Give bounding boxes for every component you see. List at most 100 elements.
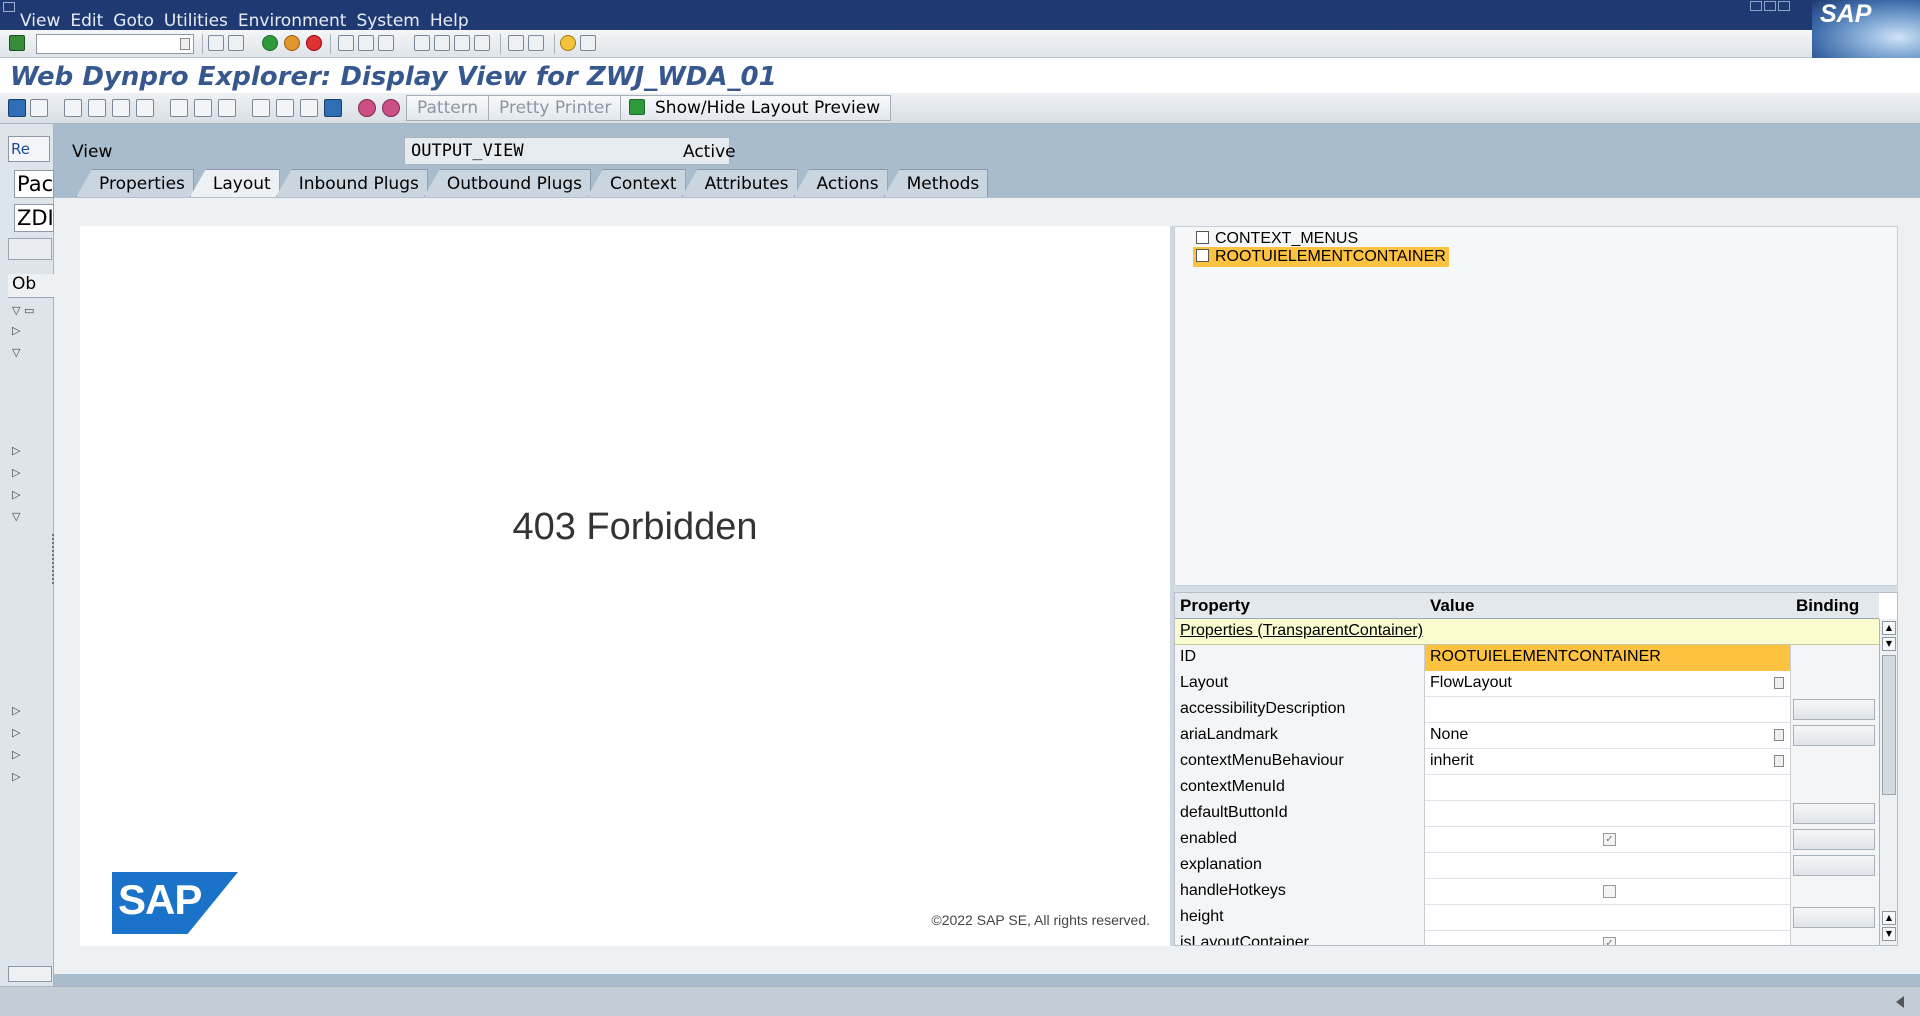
- menu-environment[interactable]: Environment: [238, 11, 357, 31]
- tab-properties[interactable]: Properties: [76, 169, 194, 197]
- property-value-dropdown[interactable]: None: [1425, 723, 1791, 749]
- test-icon[interactable]: [194, 99, 212, 117]
- tree-expander-icon[interactable]: ▷: [12, 704, 20, 717]
- previous-page-icon[interactable]: [434, 35, 450, 51]
- maximize-icon[interactable]: [1764, 1, 1776, 11]
- command-history-icon[interactable]: [180, 38, 190, 50]
- object-type-field[interactable]: Pac: [14, 170, 54, 198]
- repository-browser-button[interactable]: Re: [8, 136, 50, 162]
- command-field[interactable]: [36, 34, 194, 54]
- object-list-icon[interactable]: [218, 99, 236, 117]
- help-icon[interactable]: [560, 35, 576, 51]
- display-object-list-icon[interactable]: [276, 99, 294, 117]
- binding-button[interactable]: [1793, 725, 1875, 746]
- back-arrow-icon[interactable]: [208, 35, 224, 51]
- tree-expander-icon[interactable]: ▷: [12, 488, 20, 501]
- menu-utilities[interactable]: Utilities: [164, 11, 238, 31]
- object-name-field[interactable]: ZDI: [14, 204, 54, 232]
- property-value-dropdown[interactable]: FlowLayout: [1425, 671, 1791, 697]
- tab-actions[interactable]: Actions: [793, 169, 888, 197]
- find-next-icon[interactable]: [378, 35, 394, 51]
- save-icon[interactable]: [228, 35, 244, 51]
- properties-vertical-scrollbar[interactable]: ▲ ▼ ▲ ▼: [1879, 619, 1897, 945]
- property-value[interactable]: [1425, 801, 1791, 827]
- activate-icon[interactable]: [136, 99, 154, 117]
- status-toggle-icon[interactable]: [1896, 996, 1904, 1008]
- tree-expander-icon[interactable]: ▷: [12, 748, 20, 761]
- tree-expander-icon[interactable]: ▷: [12, 324, 20, 337]
- tab-outbound-plugs[interactable]: Outbound Plugs: [423, 169, 591, 197]
- fullscreen-icon[interactable]: [300, 99, 318, 117]
- column-header-property[interactable]: Property: [1180, 596, 1250, 616]
- tree-expander-icon[interactable]: ▷: [12, 770, 20, 783]
- forward-nav-icon[interactable]: [30, 99, 48, 117]
- shortcut-icon[interactable]: [528, 35, 544, 51]
- dropdown-arrow-icon[interactable]: [1774, 677, 1784, 689]
- tab-context[interactable]: Context: [587, 169, 686, 197]
- tab-layout[interactable]: Layout: [189, 169, 280, 197]
- wizard-disabled-icon[interactable]: [382, 99, 400, 117]
- other-object-icon[interactable]: [88, 99, 106, 117]
- is-layout-container-checkbox[interactable]: ✓: [1603, 937, 1616, 945]
- enter-check-icon[interactable]: [9, 35, 25, 51]
- web-dynpro-code-wizard-icon[interactable]: [358, 99, 376, 117]
- next-page-icon[interactable]: [454, 35, 470, 51]
- binding-button[interactable]: [1793, 855, 1875, 876]
- dropdown-arrow-icon[interactable]: [1774, 755, 1784, 767]
- menu-system[interactable]: System: [356, 11, 429, 31]
- tab-methods[interactable]: Methods: [883, 169, 989, 197]
- tree-node-rootuielementcontainer[interactable]: ROOTUIELEMENTCONTAINER: [1193, 247, 1449, 267]
- tree-expander-icon[interactable]: ▷: [12, 444, 20, 457]
- system-menu-icon[interactable]: [3, 2, 15, 12]
- scroll-up-icon[interactable]: ▲: [1882, 621, 1896, 635]
- menu-help[interactable]: Help: [430, 11, 479, 31]
- print-icon[interactable]: [338, 35, 354, 51]
- property-value[interactable]: [1425, 775, 1791, 801]
- column-header-binding[interactable]: Binding: [1796, 596, 1859, 616]
- scroll-down-icon[interactable]: ▼: [1882, 927, 1896, 941]
- scroll-page-down-icon[interactable]: ▲: [1882, 911, 1896, 925]
- property-value[interactable]: [1425, 697, 1791, 723]
- display-change-icon[interactable]: [64, 99, 82, 117]
- navigator-hscroll[interactable]: [8, 966, 52, 982]
- menu-goto[interactable]: Goto: [113, 11, 164, 31]
- menu-edit[interactable]: Edit: [70, 11, 113, 31]
- info-icon[interactable]: [324, 99, 342, 117]
- handle-hotkeys-checkbox[interactable]: [1603, 885, 1616, 898]
- property-value[interactable]: [1425, 905, 1791, 931]
- tree-expander-icon[interactable]: ▷: [12, 466, 20, 479]
- minimize-icon[interactable]: [1750, 1, 1762, 11]
- hierarchy-icon[interactable]: [252, 99, 270, 117]
- tree-node-context-menus[interactable]: CONTEXT_MENUS: [1193, 229, 1361, 249]
- binding-button[interactable]: [1793, 829, 1875, 850]
- properties-group-link[interactable]: Properties (TransparentContainer): [1175, 619, 1879, 645]
- back-nav-icon[interactable]: [8, 99, 26, 117]
- check-icon[interactable]: [112, 99, 130, 117]
- scroll-thumb[interactable]: [1882, 655, 1896, 795]
- enabled-checkbox[interactable]: ✓: [1603, 833, 1616, 846]
- cancel-icon[interactable]: [306, 35, 322, 51]
- view-name-field[interactable]: OUTPUT_VIEW: [404, 137, 730, 165]
- tree-expander-icon[interactable]: ▽: [12, 346, 20, 359]
- scroll-page-up-icon[interactable]: ▼: [1882, 637, 1896, 651]
- binding-button[interactable]: [1793, 907, 1875, 928]
- tree-expander-icon[interactable]: ▽: [12, 510, 20, 523]
- find-icon[interactable]: [358, 35, 374, 51]
- customize-layout-icon[interactable]: [580, 35, 596, 51]
- back-icon[interactable]: [262, 35, 278, 51]
- tree-expander-icon[interactable]: ▽ ▭: [12, 304, 34, 317]
- close-window-icon[interactable]: [1778, 1, 1790, 11]
- new-session-icon[interactable]: [508, 35, 524, 51]
- navigator-arrows[interactable]: [8, 238, 52, 260]
- show-hide-layout-preview-button[interactable]: Show/Hide Layout Preview: [620, 95, 892, 121]
- property-value[interactable]: [1425, 853, 1791, 879]
- last-page-icon[interactable]: [474, 35, 490, 51]
- binding-button[interactable]: [1793, 803, 1875, 824]
- tab-inbound-plugs[interactable]: Inbound Plugs: [275, 169, 428, 197]
- tab-attributes[interactable]: Attributes: [681, 169, 798, 197]
- property-value[interactable]: ROOTUIELEMENTCONTAINER: [1425, 645, 1791, 671]
- property-value-dropdown[interactable]: inherit: [1425, 749, 1791, 775]
- menu-view[interactable]: View: [20, 11, 70, 31]
- binding-button[interactable]: [1793, 699, 1875, 720]
- column-header-value[interactable]: Value: [1430, 596, 1474, 616]
